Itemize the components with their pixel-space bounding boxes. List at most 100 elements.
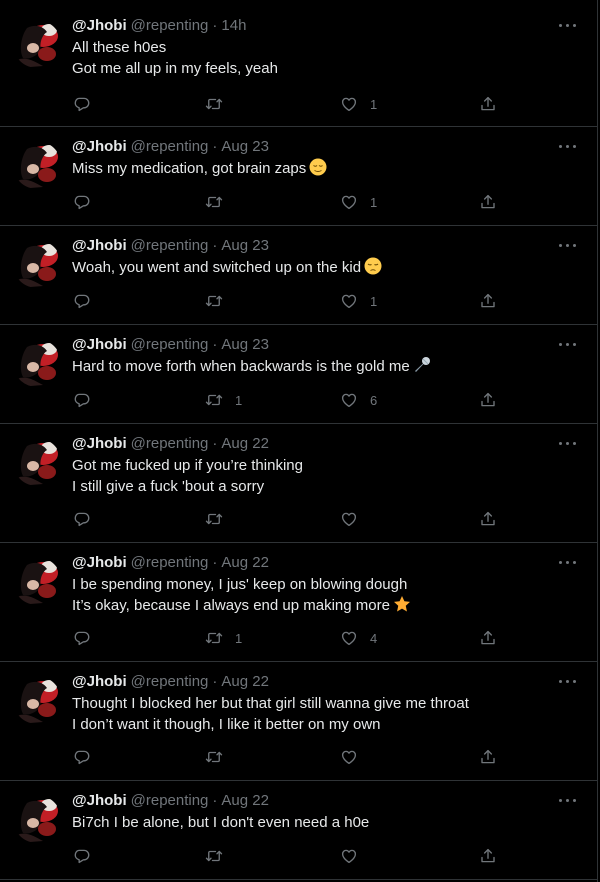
avatar[interactable]	[13, 240, 61, 288]
retweet-icon	[205, 510, 223, 528]
tweet-text: I be spending money, I jus' keep on blow…	[72, 574, 411, 616]
display-name[interactable]: @Jhobi	[72, 792, 127, 809]
share-button[interactable]	[479, 846, 497, 866]
reply-button[interactable]	[73, 390, 103, 410]
user-handle[interactable]: @repenting	[131, 673, 209, 690]
retweet-button[interactable]	[205, 291, 235, 311]
timestamp[interactable]: Aug 22	[221, 435, 269, 452]
more-options-icon[interactable]	[559, 244, 577, 250]
like-button[interactable]	[340, 747, 370, 767]
display-name[interactable]: @Jhobi	[72, 237, 127, 254]
retweet-button[interactable]	[205, 509, 235, 529]
avatar[interactable]	[13, 20, 61, 68]
avatar[interactable]	[13, 339, 61, 387]
user-handle[interactable]: @repenting	[131, 792, 209, 809]
tweet-item[interactable]: @Jhobi @repenting · Aug 22 Bi7ch I be alone,…	[0, 781, 597, 880]
display-name[interactable]: @Jhobi	[72, 554, 127, 571]
like-button[interactable]: 1	[340, 291, 377, 311]
more-options-icon[interactable]	[559, 680, 577, 686]
retweet-button[interactable]	[205, 94, 235, 114]
timestamp[interactable]: Aug 23	[221, 138, 269, 155]
reply-button[interactable]	[73, 291, 103, 311]
star-emoji	[393, 596, 410, 612]
timestamp[interactable]: Aug 22	[221, 792, 269, 809]
tweet-item[interactable]: @Jhobi @repenting · Aug 22 I be spending mon…	[0, 543, 597, 662]
like-button[interactable]	[340, 509, 370, 529]
tweet-header: @Jhobi @repenting · Aug 23	[72, 137, 269, 157]
more-options-icon[interactable]	[559, 561, 577, 567]
reply-icon	[73, 391, 91, 409]
like-button[interactable]	[340, 846, 370, 866]
retweet-button[interactable]	[205, 846, 235, 866]
user-handle[interactable]: @repenting	[131, 554, 209, 571]
avatar[interactable]	[13, 557, 61, 605]
retweet-icon	[205, 391, 223, 409]
retweet-button[interactable]: 1	[205, 390, 242, 410]
tweet-text: Hard to move forth when backwards is the…	[72, 356, 431, 377]
tweet-item[interactable]: @Jhobi @repenting · 14h All these h0es Got me…	[0, 0, 597, 127]
separator-dot: ·	[212, 554, 218, 571]
reply-button[interactable]	[73, 509, 103, 529]
tweet-text-line: Got me all up in my feels, yeah	[72, 60, 278, 77]
tweet-text-line: Woah, you went and switched up on the ki…	[72, 257, 382, 278]
tweet-text-line: All these h0es	[72, 39, 167, 56]
more-options-icon[interactable]	[559, 24, 577, 30]
share-button[interactable]	[479, 390, 497, 410]
tweet-item[interactable]: @Jhobi @repenting · Aug 23 Miss my medicatio…	[0, 127, 597, 226]
separator-dot: ·	[212, 673, 218, 690]
tweet-text-line: Hard to move forth when backwards is the…	[72, 356, 431, 377]
reply-button[interactable]	[73, 846, 103, 866]
tweet-item[interactable]: @Jhobi @repenting · Aug 23 Hard to move fort…	[0, 325, 597, 424]
share-button[interactable]	[479, 291, 497, 311]
heart-icon	[340, 847, 358, 865]
avatar[interactable]	[13, 795, 61, 843]
more-options-icon[interactable]	[559, 799, 577, 805]
tweet-item[interactable]: @Jhobi @repenting · Aug 22 Got me fucked up …	[0, 424, 597, 543]
user-handle[interactable]: @repenting	[131, 435, 209, 452]
tweet-text-line: Bi7ch I be alone, but I don't even need …	[72, 814, 370, 831]
avatar[interactable]	[13, 438, 61, 486]
reply-button[interactable]	[73, 628, 103, 648]
share-button[interactable]	[479, 747, 497, 767]
share-button[interactable]	[479, 509, 497, 529]
like-button[interactable]: 1	[340, 94, 377, 114]
like-button[interactable]: 1	[340, 192, 377, 212]
user-handle[interactable]: @repenting	[131, 237, 209, 254]
reply-button[interactable]	[73, 747, 103, 767]
more-options-icon[interactable]	[559, 343, 577, 349]
tweet-item[interactable]: @Jhobi @repenting · Aug 23 Woah, you went an…	[0, 226, 597, 325]
tweet-actions	[72, 846, 502, 866]
timestamp[interactable]: 14h	[221, 17, 246, 34]
timestamp[interactable]: Aug 23	[221, 336, 269, 353]
reply-button[interactable]	[73, 192, 103, 212]
timestamp[interactable]: Aug 23	[221, 237, 269, 254]
tweet-item[interactable]: @Jhobi @repenting · Aug 22 Thought I blocked…	[0, 662, 597, 781]
share-button[interactable]	[479, 192, 497, 212]
retweet-button[interactable]	[205, 747, 235, 767]
display-name[interactable]: @Jhobi	[72, 435, 127, 452]
avatar[interactable]	[13, 141, 61, 189]
avatar[interactable]	[13, 676, 61, 724]
reply-button[interactable]	[73, 94, 103, 114]
retweet-count: 1	[235, 392, 243, 408]
user-handle[interactable]: @repenting	[131, 336, 209, 353]
like-count: 1	[370, 96, 378, 112]
tweet-header: @Jhobi @repenting · Aug 23	[72, 335, 269, 355]
display-name[interactable]: @Jhobi	[72, 17, 127, 34]
retweet-button[interactable]: 1	[205, 628, 242, 648]
tweet-actions: 14	[72, 628, 502, 648]
like-button[interactable]: 6	[340, 390, 377, 410]
share-button[interactable]	[479, 94, 497, 114]
display-name[interactable]: @Jhobi	[72, 138, 127, 155]
timestamp[interactable]: Aug 22	[221, 673, 269, 690]
share-button[interactable]	[479, 628, 497, 648]
like-button[interactable]: 4	[340, 628, 377, 648]
more-options-icon[interactable]	[559, 442, 577, 448]
display-name[interactable]: @Jhobi	[72, 336, 127, 353]
user-handle[interactable]: @repenting	[131, 17, 209, 34]
retweet-button[interactable]	[205, 192, 235, 212]
timestamp[interactable]: Aug 22	[221, 554, 269, 571]
user-handle[interactable]: @repenting	[131, 138, 209, 155]
more-options-icon[interactable]	[559, 145, 577, 151]
display-name[interactable]: @Jhobi	[72, 673, 127, 690]
